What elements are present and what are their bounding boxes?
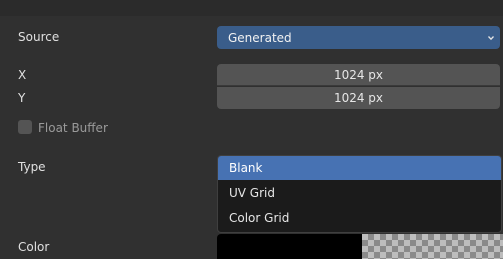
menu-item-uv-grid[interactable]: UV Grid xyxy=(218,181,501,205)
color-swatch[interactable] xyxy=(217,234,503,259)
color-label: Color xyxy=(18,240,50,254)
source-dropdown[interactable]: Generated xyxy=(217,26,500,49)
float-buffer-label[interactable]: Float Buffer xyxy=(38,121,108,135)
image-settings-panel: Source Generated X 1024 px Y 1024 px Flo… xyxy=(0,0,503,259)
y-label: Y xyxy=(18,91,26,105)
type-dropdown-menu: Blank UV Grid Color Grid xyxy=(217,155,502,233)
chevron-down-icon xyxy=(488,36,494,41)
menu-item-color-grid[interactable]: Color Grid xyxy=(218,206,501,230)
menu-item-blank[interactable]: Blank xyxy=(218,156,501,180)
x-label: X xyxy=(18,68,27,82)
source-label: Source xyxy=(18,30,60,44)
source-dropdown-value: Generated xyxy=(228,31,292,45)
x-size-field[interactable]: 1024 px xyxy=(217,64,500,86)
alpha-checker-pattern xyxy=(362,234,503,259)
float-buffer-checkbox[interactable] xyxy=(18,120,32,134)
panel-top-strip xyxy=(0,0,503,16)
type-label: Type xyxy=(18,160,46,174)
y-size-field[interactable]: 1024 px xyxy=(217,87,500,109)
